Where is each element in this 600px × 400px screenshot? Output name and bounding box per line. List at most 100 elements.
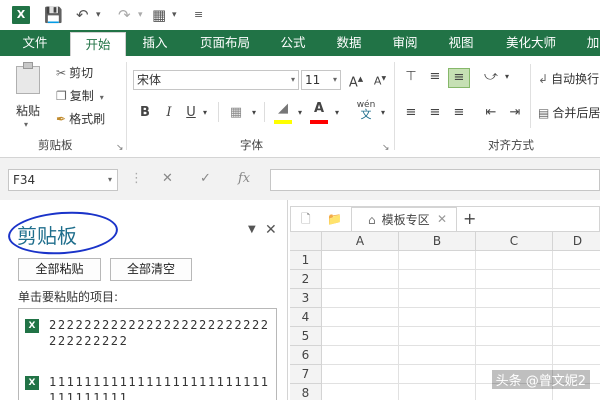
cell[interactable] (399, 308, 476, 327)
cell[interactable] (476, 251, 553, 270)
column-header[interactable]: A (322, 232, 399, 251)
tab-file[interactable]: 文件 (0, 30, 70, 56)
wrap-text-button[interactable]: ↲ 自动换行 (538, 70, 599, 87)
formula-input[interactable] (270, 169, 600, 191)
chevron-down-icon[interactable]: ▾ (200, 104, 210, 122)
tab-data[interactable]: 数据 (326, 30, 372, 56)
tab-page-layout[interactable]: 页面布局 (188, 30, 262, 56)
cell[interactable] (553, 346, 600, 365)
cell[interactable] (322, 346, 399, 365)
cut-button[interactable]: ✂ 剪切 (56, 64, 93, 81)
copy-button[interactable]: ❐ 复制 ▾ (56, 87, 104, 104)
cell[interactable] (322, 251, 399, 270)
toolbox-icon[interactable]: ▦ (152, 5, 166, 25)
cell[interactable] (553, 327, 600, 346)
undo-icon[interactable]: ↶ (76, 5, 89, 25)
font-size-combo[interactable]: 11 ▾ (301, 70, 341, 90)
column-header[interactable]: D (553, 232, 600, 251)
redo-icon[interactable]: ↷ (118, 5, 131, 25)
name-box[interactable]: F34 ▾ (8, 169, 118, 191)
row-header[interactable]: 7 (290, 365, 322, 384)
chevron-down-icon[interactable]: ▾ (332, 104, 342, 122)
align-right-icon[interactable]: ≡ (450, 104, 468, 122)
tab-insert[interactable]: 插入 (130, 30, 180, 56)
save-icon[interactable]: 💾 (44, 5, 63, 25)
tab-beautify[interactable]: 美化大师 (494, 30, 568, 56)
row-header[interactable]: 5 (290, 327, 322, 346)
select-all-corner[interactable] (290, 232, 322, 251)
clipboard-launcher-icon[interactable]: ↘ (116, 143, 124, 153)
orientation-icon[interactable]: ⤻ (482, 68, 500, 86)
column-header[interactable]: B (399, 232, 476, 251)
increase-indent-icon[interactable]: ⇥ (506, 104, 524, 122)
borders-icon[interactable]: ▦ (228, 104, 244, 122)
redo-dropdown-icon[interactable]: ▾ (138, 5, 143, 25)
cell[interactable] (399, 251, 476, 270)
cell[interactable] (322, 308, 399, 327)
cell[interactable] (553, 289, 600, 308)
clear-all-button[interactable]: 全部清空 (110, 258, 192, 281)
cell[interactable] (476, 289, 553, 308)
cell[interactable] (322, 365, 399, 384)
toolbox-dropdown-icon[interactable]: ▾ (172, 5, 177, 25)
tab-more[interactable]: 加 (578, 30, 600, 56)
bold-button[interactable]: B (138, 104, 152, 122)
chevron-down-icon[interactable]: ▾ (502, 68, 512, 86)
align-bottom-icon[interactable]: ≡ (448, 68, 470, 88)
close-icon[interactable]: ✕ (437, 207, 447, 231)
paste-button[interactable]: 粘贴 ▾ (10, 62, 50, 132)
align-left-icon[interactable]: ≡ (402, 104, 420, 122)
font-name-combo[interactable]: 宋体 ▾ (133, 70, 299, 90)
tab-view[interactable]: 视图 (438, 30, 484, 56)
cancel-icon[interactable]: ✕ (162, 171, 173, 186)
paste-all-button[interactable]: 全部粘贴 (18, 258, 101, 281)
format-painter-button[interactable]: ✒ 格式刷 (56, 110, 105, 127)
row-header[interactable]: 6 (290, 346, 322, 365)
insert-function-icon[interactable]: fx (238, 171, 250, 186)
font-color-icon[interactable]: A (311, 100, 327, 118)
decrease-font-icon[interactable]: A▼ (372, 70, 388, 91)
cell[interactable] (399, 365, 476, 384)
column-header[interactable]: C (476, 232, 553, 251)
align-middle-icon[interactable]: ≡ (426, 68, 444, 86)
phonetic-icon[interactable]: wén 文 (354, 100, 378, 121)
confirm-icon[interactable]: ✓ (200, 171, 211, 186)
merge-center-button[interactable]: ▤合并后居中 (538, 104, 600, 121)
cell[interactable] (399, 270, 476, 289)
tab-formulas[interactable]: 公式 (270, 30, 316, 56)
align-top-icon[interactable]: ⊤ (402, 68, 420, 86)
align-center-icon[interactable]: ≡ (426, 104, 444, 122)
cell[interactable] (399, 346, 476, 365)
customize-icon[interactable]: ≡ (194, 5, 203, 25)
cell[interactable] (476, 327, 553, 346)
fill-color-icon[interactable]: ◢ (274, 100, 292, 118)
new-file-icon[interactable]: 🗋 (301, 207, 311, 231)
italic-button[interactable]: I (162, 104, 176, 122)
row-header[interactable]: 8 (290, 384, 322, 400)
cell[interactable] (553, 270, 600, 289)
cell[interactable] (553, 308, 600, 327)
cell[interactable] (399, 384, 476, 400)
cell[interactable] (322, 270, 399, 289)
chevron-down-icon[interactable]: ▾ (378, 104, 388, 122)
chevron-down-icon[interactable]: ▾ (295, 104, 305, 122)
close-icon[interactable]: ✕ (265, 222, 277, 238)
add-tab-icon[interactable]: + (463, 207, 476, 231)
folder-icon[interactable]: 📁 (327, 207, 342, 231)
tab-review[interactable]: 审阅 (382, 30, 428, 56)
cell[interactable] (476, 308, 553, 327)
pane-options-icon[interactable]: ▼ (248, 224, 256, 235)
cell[interactable] (399, 327, 476, 346)
cell[interactable] (476, 270, 553, 289)
row-header[interactable]: 4 (290, 308, 322, 327)
cell[interactable] (322, 384, 399, 400)
cell[interactable] (553, 251, 600, 270)
decrease-indent-icon[interactable]: ⇤ (482, 104, 500, 122)
row-header[interactable]: 1 (290, 251, 322, 270)
cell[interactable] (322, 327, 399, 346)
cell[interactable] (322, 289, 399, 308)
increase-font-icon[interactable]: A▲ (348, 70, 364, 92)
font-launcher-icon[interactable]: ↘ (382, 143, 390, 153)
row-header[interactable]: 3 (290, 289, 322, 308)
chevron-down-icon[interactable]: ▾ (249, 104, 259, 122)
